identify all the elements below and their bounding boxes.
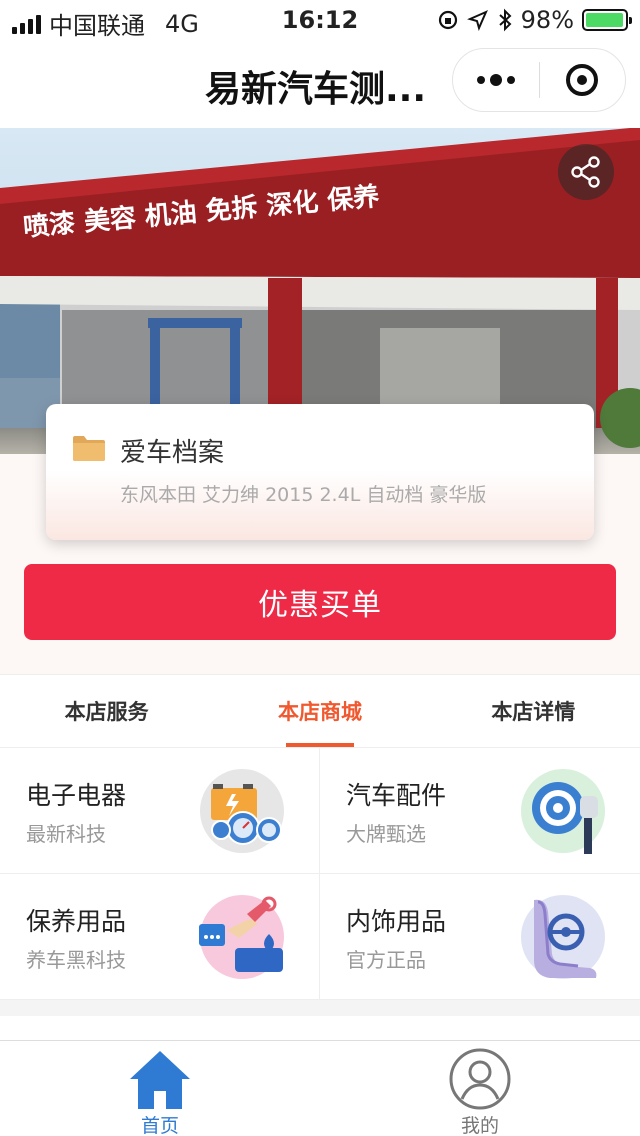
location-icon [466,10,488,31]
miniprogram-capsule [452,48,626,112]
share-button[interactable] [558,144,614,200]
bluetooth-icon [498,8,512,32]
share-icon [571,156,600,188]
tabbar-item-home[interactable]: 首页 [0,1041,320,1136]
discount-pay-button[interactable]: 优惠买单 [24,564,616,640]
orientation-lock-icon [438,10,457,30]
home-icon [130,1051,190,1109]
more-dot-icon [489,74,502,86]
maintenance-icon [199,895,284,979]
category-electronics[interactable]: 电子电器 最新科技 [0,748,320,874]
category-title: 电子电器 [26,781,127,810]
tabbar-item-mine[interactable]: 我的 [320,1041,640,1136]
category-grid: 电子电器 最新科技 汽车配件 大牌甄选 保养用品 养车黑科技 内饰用品 官方正品 [0,748,640,1000]
status-bar: 中国联通 4G 16:12 98% [0,0,640,40]
more-dot-icon [506,76,515,84]
close-button[interactable] [540,49,626,111]
more-dot-icon [476,76,485,84]
nav-bar: 易新汽车测... [0,40,640,128]
folder-icon [73,436,105,461]
battery-icon [582,9,632,31]
store-tabs: 本店服务 本店商城 本店详情 [0,674,640,748]
category-subtitle: 大牌甄选 [346,822,426,846]
battery-percent: 98% [520,6,574,34]
bottom-tab-bar: 首页 我的 [0,1040,640,1136]
category-interior[interactable]: 内饰用品 官方正品 [320,874,640,1000]
car-profile-card[interactable]: 爱车档案 东风本田 艾力绅 2015 2.4L 自动档 豪华版 [46,404,594,540]
page-title: 易新汽车测... [205,69,427,110]
category-subtitle: 官方正品 [346,948,426,972]
category-title: 内饰用品 [346,907,447,936]
category-maintenance[interactable]: 保养用品 养车黑科技 [0,874,320,1000]
category-subtitle: 最新科技 [26,822,106,846]
category-title: 保养用品 [26,907,127,936]
close-target-icon [566,64,599,96]
tabbar-label: 我的 [460,1115,499,1136]
tabbar-label: 首页 [140,1115,179,1136]
car-profile-title: 爱车档案 [120,438,225,468]
category-car-parts[interactable]: 汽车配件 大牌甄选 [320,748,640,874]
more-button[interactable] [453,49,539,111]
tab-store-details[interactable]: 本店详情 [427,675,640,747]
electronics-icon [200,769,284,853]
user-icon [449,1048,511,1110]
interior-icon [521,895,605,979]
status-right: 98% [437,6,632,34]
tab-store-mall[interactable]: 本店商城 [213,675,426,747]
category-title: 汽车配件 [346,781,447,810]
tab-store-services[interactable]: 本店服务 [0,675,213,747]
car-parts-icon [521,769,605,854]
car-model-info: 东风本田 艾力绅 2015 2.4L 自动档 豪华版 [120,484,487,506]
category-subtitle: 养车黑科技 [26,948,126,972]
